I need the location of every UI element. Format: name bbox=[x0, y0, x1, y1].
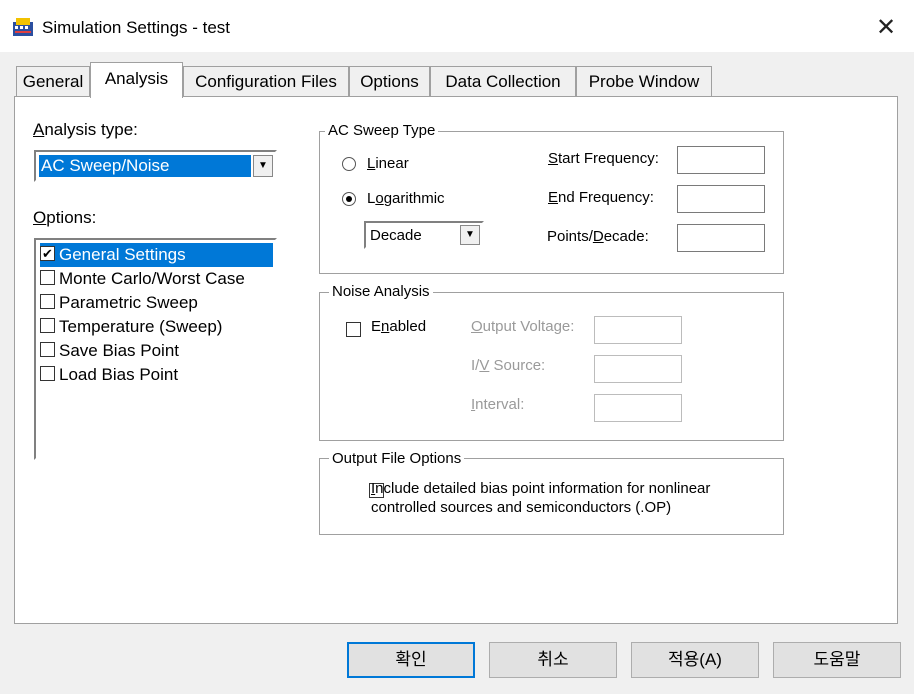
checkbox-icon[interactable] bbox=[40, 366, 55, 382]
tab-options[interactable]: Options bbox=[349, 66, 430, 96]
app-icon bbox=[12, 16, 34, 38]
checkbox-icon[interactable] bbox=[40, 294, 55, 310]
analysis-type-value: AC Sweep/Noise bbox=[39, 155, 251, 177]
chevron-down-icon[interactable]: ▼ bbox=[460, 225, 480, 245]
output-voltage-label: Output Voltage: bbox=[471, 318, 575, 335]
end-frequency-label: End Frequency: bbox=[548, 189, 654, 206]
noise-enabled-checkbox[interactable] bbox=[346, 322, 361, 338]
points-per-decade-label: Points/Decade: bbox=[547, 228, 649, 245]
cancel-button[interactable]: 취소 bbox=[489, 642, 617, 678]
checkbox-icon[interactable] bbox=[40, 318, 55, 334]
tab-data-collection[interactable]: Data Collection bbox=[430, 66, 576, 96]
log-unit-value: Decade bbox=[370, 227, 422, 244]
tab-panel-analysis: Analysis type: AC Sweep/Noise ▼ Options:… bbox=[14, 96, 898, 624]
start-frequency-input[interactable] bbox=[677, 146, 765, 174]
interval-input bbox=[594, 394, 682, 422]
start-frequency-label: Start Frequency: bbox=[548, 150, 659, 167]
output-file-title: Output File Options bbox=[329, 450, 465, 467]
tab-analysis[interactable]: Analysis bbox=[90, 62, 183, 98]
list-item[interactable]: ✔ General Settings bbox=[40, 243, 273, 267]
analysis-type-label: Analysis type: bbox=[33, 120, 138, 139]
iv-source-label: I/V Source: bbox=[471, 357, 546, 374]
window-title: Simulation Settings - test bbox=[42, 18, 231, 37]
ac-sweep-title: AC Sweep Type bbox=[325, 122, 439, 139]
interval-label: Interval: bbox=[471, 396, 525, 413]
logarithmic-radio[interactable] bbox=[342, 192, 356, 206]
linear-label: Linear bbox=[367, 155, 409, 172]
tab-probe-window[interactable]: Probe Window bbox=[576, 66, 712, 96]
close-icon[interactable]: ✕ bbox=[868, 10, 904, 46]
help-button[interactable]: 도움말 bbox=[773, 642, 901, 678]
include-bias-label: Include detailed bias point information … bbox=[371, 480, 711, 497]
end-frequency-input[interactable] bbox=[677, 185, 765, 213]
log-unit-select[interactable]: Decade ▼ bbox=[364, 221, 484, 249]
checkbox-icon[interactable]: ✔ bbox=[40, 246, 55, 262]
noise-analysis-group bbox=[319, 292, 784, 441]
list-item[interactable]: Save Bias Point bbox=[40, 339, 273, 363]
iv-source-input bbox=[594, 355, 682, 383]
logarithmic-label: Logarithmic bbox=[367, 190, 445, 207]
list-item[interactable]: Monte Carlo/Worst Case bbox=[40, 267, 273, 291]
list-item[interactable]: Load Bias Point bbox=[40, 363, 273, 387]
output-voltage-input bbox=[594, 316, 682, 344]
tab-general[interactable]: General bbox=[16, 66, 90, 96]
checkbox-icon[interactable] bbox=[40, 342, 55, 358]
apply-button[interactable]: 적용(A) bbox=[631, 642, 759, 678]
noise-enabled-label: Enabled bbox=[371, 318, 427, 335]
options-label: Options: bbox=[33, 208, 97, 227]
include-bias-label-line2: controlled sources and semiconductors (.… bbox=[371, 499, 672, 516]
radio-selected-dot bbox=[346, 196, 352, 202]
options-listbox[interactable]: ✔ General Settings Monte Carlo/Worst Case… bbox=[34, 238, 277, 460]
list-item[interactable]: Parametric Sweep bbox=[40, 291, 273, 315]
points-per-decade-input[interactable] bbox=[677, 224, 765, 252]
ok-button[interactable]: 확인 bbox=[347, 642, 475, 678]
tab-configuration-files[interactable]: Configuration Files bbox=[183, 66, 349, 96]
noise-analysis-title: Noise Analysis bbox=[329, 283, 433, 300]
list-item[interactable]: Temperature (Sweep) bbox=[40, 315, 273, 339]
chevron-down-icon[interactable]: ▼ bbox=[253, 155, 273, 177]
checkbox-icon[interactable] bbox=[40, 270, 55, 286]
linear-radio[interactable] bbox=[342, 157, 356, 171]
analysis-type-select[interactable]: AC Sweep/Noise ▼ bbox=[34, 150, 277, 182]
